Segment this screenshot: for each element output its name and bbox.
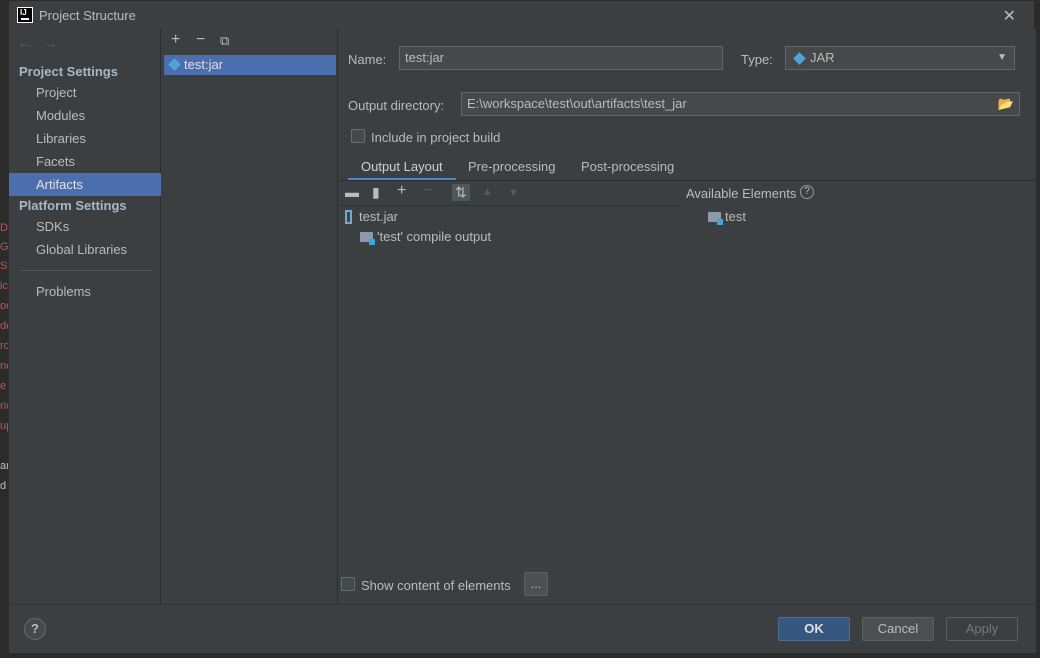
remove-icon[interactable]: − [196,31,205,49]
add-element-icon[interactable]: + [397,182,406,200]
copy-icon[interactable]: ⧉ [220,33,229,49]
include-in-build-label: Include in project build [371,130,501,145]
bg-code-line: ar [0,460,8,472]
output-directory-label: Output directory: [348,98,445,113]
title-bar: IJ Project Structure ✕ [9,1,1034,29]
name-label: Name: [348,52,387,67]
nav-section-platform-settings: Platform Settings [19,198,127,213]
nav-item-problems[interactable]: Problems [9,280,161,303]
bg-code-line: ic [0,280,8,292]
tab-post-processing[interactable]: Post-processing [581,159,674,174]
forward-arrow-icon[interactable]: → [42,35,58,53]
show-content-label: Show content of elements [361,578,511,593]
nav-item-artifacts[interactable]: Artifacts [9,173,161,196]
type-label: Type: [741,52,773,67]
add-icon[interactable]: + [171,31,180,49]
close-icon[interactable]: ✕ [1003,6,1016,26]
bg-code-line: Ga [0,241,8,253]
bg-code-line: St [0,260,8,272]
tab-output-layout[interactable]: Output Layout [361,159,443,174]
create-directory-icon[interactable]: ▬ [345,184,359,200]
settings-nav: ← → Project Settings Project Modules Lib… [9,29,161,604]
bg-code-line: d [0,480,7,492]
nav-item-project[interactable]: Project [9,81,161,104]
artifact-editor: Name: test:jar Type: JAR ▼ Output direct… [339,29,1036,604]
browse-folder-icon[interactable]: 📂 [998,93,1014,115]
bg-code-line: ne [0,360,8,372]
back-arrow-icon[interactable]: ← [17,35,33,53]
available-item-test[interactable]: test [725,209,746,224]
artifacts-list-panel: + − ⧉ test:jar [162,29,338,604]
nav-item-libraries[interactable]: Libraries [9,127,161,150]
nav-item-global-libraries[interactable]: Global Libraries [9,238,161,261]
artifact-item-test-jar[interactable]: test:jar [164,55,336,75]
nav-item-facets[interactable]: Facets [9,150,161,173]
output-directory-field[interactable]: E:\workspace\test\out\artifacts\test_jar… [461,92,1020,116]
jar-type-icon [793,52,806,65]
nav-divider [19,270,154,271]
type-dropdown[interactable]: JAR ▼ [785,46,1015,70]
intellij-logo-icon: IJ [17,7,33,23]
tree-node-compile-output[interactable]: 'test' compile output [377,229,491,244]
help-circle-icon[interactable]: ? [800,185,814,199]
artifact-label: test:jar [184,57,224,72]
show-content-checkbox[interactable] [341,577,355,591]
add-archive-icon[interactable]: ▮ [372,184,380,201]
tree-node-test-jar[interactable]: test.jar [359,209,398,224]
help-button[interactable]: ? [24,618,46,640]
bg-code-line: ric [0,400,8,412]
move-up-icon[interactable]: ▲ [482,186,493,198]
type-value: JAR [810,50,835,65]
compile-output-folder-icon [360,232,375,245]
jar-file-icon [345,210,352,224]
tab-pre-processing[interactable]: Pre-processing [468,159,555,174]
project-structure-dialog: IJ Project Structure ✕ ← → Project Setti… [8,0,1036,653]
bg-code-line: de [0,320,8,332]
nav-section-project-settings: Project Settings [19,64,118,79]
move-down-icon[interactable]: ▼ [508,187,519,199]
bg-code-line: e [0,380,7,392]
name-field[interactable]: test:jar [399,46,723,70]
more-options-button[interactable]: ... [524,572,548,596]
include-in-build-checkbox[interactable] [351,129,365,143]
toolbar-divider [339,205,682,206]
sort-icon[interactable]: ⇅ [452,184,470,201]
module-folder-icon [708,212,723,225]
window-title: Project Structure [39,8,136,23]
ok-button[interactable]: OK [778,617,850,641]
nav-item-sdks[interactable]: SDKs [9,215,161,238]
bg-code-line: up [0,420,8,432]
bg-code-line: oo [0,300,8,312]
bg-code-line: rc [0,340,8,352]
output-directory-value: E:\workspace\test\out\artifacts\test_jar [467,96,687,111]
remove-element-icon[interactable]: − [423,182,432,200]
cancel-button[interactable]: Cancel [862,617,934,641]
nav-item-modules[interactable]: Modules [9,104,161,127]
available-elements-label: Available Elements [686,186,797,201]
chevron-down-icon: ▼ [997,52,1007,63]
apply-button[interactable]: Apply [946,617,1018,641]
dialog-button-bar: ? OK Cancel Apply [9,604,1036,653]
jar-artifact-icon [168,58,181,71]
bg-code-line: Da [0,222,8,234]
